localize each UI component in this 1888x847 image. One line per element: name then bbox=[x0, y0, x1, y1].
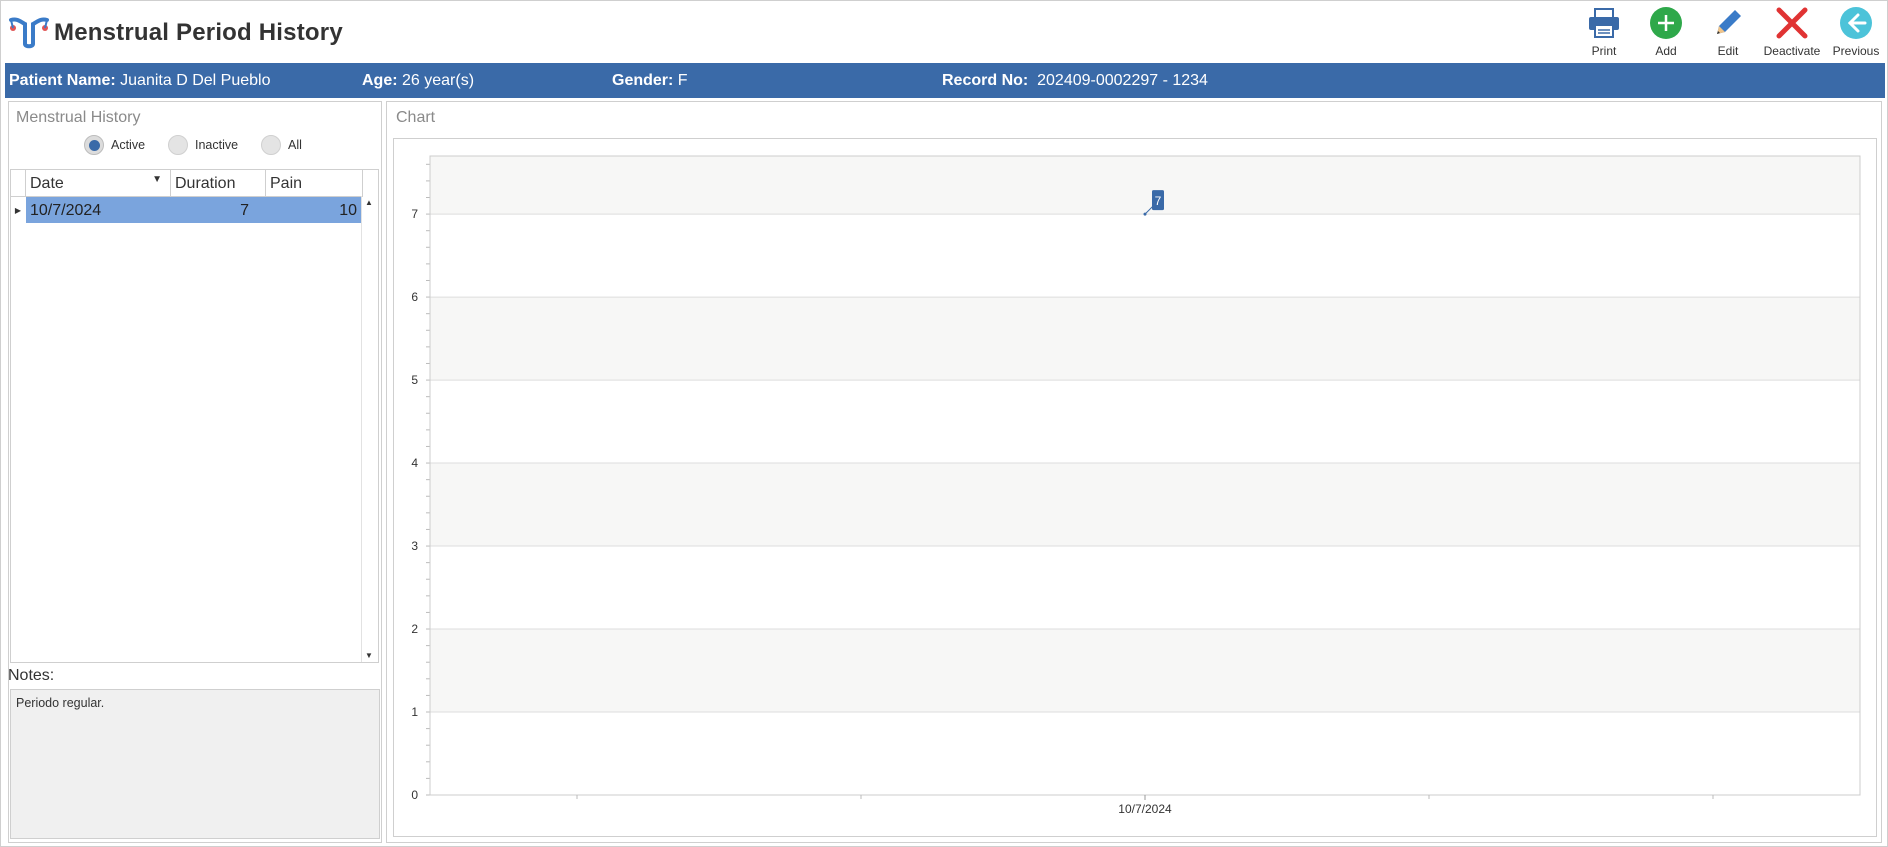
pencil-icon bbox=[1717, 10, 1741, 34]
patient-gender-label: Gender: bbox=[612, 72, 674, 89]
status-filter: Active Inactive All bbox=[76, 135, 376, 165]
page-title: Menstrual Period History bbox=[54, 19, 343, 46]
column-header-date-label: Date bbox=[30, 175, 64, 192]
plus-circle-icon bbox=[1650, 7, 1682, 39]
data-label: 7 bbox=[1155, 194, 1162, 208]
cell-duration: 7 bbox=[240, 202, 249, 219]
cell-pain: 10 bbox=[339, 202, 357, 219]
add-button[interactable]: Add bbox=[1635, 5, 1697, 61]
toolbar: Print Add Edit Deactivate Previous bbox=[1573, 5, 1887, 61]
column-header-pain-label: Pain bbox=[270, 175, 303, 192]
menstrual-history-title: Menstrual History bbox=[16, 109, 141, 126]
y-tick-label: 3 bbox=[411, 539, 418, 553]
add-label: Add bbox=[1655, 44, 1677, 58]
y-tick-label: 0 bbox=[411, 788, 418, 802]
filter-all-radio[interactable]: All bbox=[261, 135, 302, 155]
radio-unselected-icon bbox=[261, 135, 281, 155]
y-tick-label: 1 bbox=[411, 705, 418, 719]
record-number-label: Record No: bbox=[942, 72, 1029, 89]
column-header-date[interactable]: Date ▼ bbox=[26, 170, 171, 196]
patient-age-value: 26 year(s) bbox=[402, 72, 475, 89]
patient-name-label: Patient Name: bbox=[9, 72, 116, 89]
chart-band bbox=[430, 629, 1860, 713]
filter-inactive-label: Inactive bbox=[195, 138, 239, 152]
y-tick-label: 7 bbox=[411, 207, 418, 221]
y-tick-label: 6 bbox=[411, 290, 418, 304]
filter-all-label: All bbox=[288, 138, 302, 152]
chart-band bbox=[430, 297, 1860, 381]
current-row-arrow-icon: ▶ bbox=[14, 205, 22, 215]
x-tick-label: 10/7/2024 bbox=[1118, 802, 1172, 816]
history-table: Date ▼ Duration Pain ▶ 10/7/2024 7 10 ▲ … bbox=[10, 169, 379, 663]
filter-inactive-radio[interactable]: Inactive bbox=[168, 135, 238, 155]
sort-descending-icon: ▼ bbox=[152, 174, 162, 185]
patient-name-value: Juanita D Del Pueblo bbox=[120, 72, 271, 89]
deactivate-label: Deactivate bbox=[1763, 44, 1821, 58]
previous-button[interactable]: Previous bbox=[1825, 5, 1887, 61]
uterus-icon bbox=[9, 17, 49, 49]
previous-label: Previous bbox=[1832, 44, 1880, 58]
patient-info-bar: Patient Name: Juanita D Del Pueblo Age: … bbox=[5, 63, 1885, 98]
edit-label: Edit bbox=[1717, 44, 1739, 58]
column-header-pain[interactable]: Pain bbox=[266, 170, 363, 196]
scroll-up-icon[interactable]: ▲ bbox=[365, 198, 373, 207]
chart-band bbox=[430, 463, 1860, 547]
record-number-value: 202409-0002297 - 1234 bbox=[1037, 72, 1208, 89]
column-header-duration[interactable]: Duration bbox=[171, 170, 266, 196]
print-button[interactable]: Print bbox=[1573, 5, 1635, 61]
table-row[interactable]: ▶ 10/7/2024 7 10 bbox=[11, 197, 363, 223]
y-tick-label: 4 bbox=[411, 456, 418, 470]
chart: 0 1 2 3 4 5 6 7 10/7/2024 7 bbox=[411, 155, 1861, 816]
row-indicator-header bbox=[11, 170, 26, 196]
print-label: Print bbox=[1591, 44, 1617, 58]
filter-active-radio[interactable]: Active bbox=[84, 135, 145, 155]
patient-age: Age: 26 year(s) bbox=[362, 72, 474, 90]
arrow-left-circle-icon bbox=[1840, 7, 1872, 39]
record-number: Record No: 202409-0002297 - 1234 bbox=[942, 72, 1208, 90]
printer-icon bbox=[1589, 8, 1619, 38]
notes-label: Notes: bbox=[8, 667, 55, 684]
radio-unselected-icon bbox=[168, 135, 188, 155]
notes-textarea[interactable]: Periodo regular. bbox=[10, 689, 380, 839]
deactivate-button[interactable]: Deactivate bbox=[1759, 5, 1825, 61]
radio-selected-icon bbox=[84, 135, 104, 155]
edit-button[interactable]: Edit bbox=[1697, 5, 1759, 61]
x-icon bbox=[1776, 7, 1808, 39]
filter-active-label: Active bbox=[111, 138, 146, 152]
header: Menstrual Period History Print Add Edit … bbox=[1, 1, 1887, 63]
table-header: Date ▼ Duration Pain bbox=[11, 170, 363, 197]
column-header-duration-label: Duration bbox=[175, 175, 236, 192]
vertical-scrollbar[interactable]: ▲ ▼ bbox=[361, 196, 378, 662]
y-tick-label: 5 bbox=[411, 373, 418, 387]
chart-title: Chart bbox=[396, 109, 436, 126]
patient-name: Patient Name: Juanita D Del Pueblo bbox=[9, 72, 270, 90]
patient-gender-value: F bbox=[677, 72, 688, 89]
y-tick-label: 2 bbox=[411, 622, 418, 636]
scroll-down-icon[interactable]: ▼ bbox=[365, 651, 373, 660]
app-window: Menstrual Period History Print Add Edit … bbox=[0, 0, 1888, 847]
chart-band bbox=[430, 156, 1860, 215]
selected-row-cells: 10/7/2024 7 10 bbox=[26, 197, 362, 223]
cell-date: 10/7/2024 bbox=[30, 202, 102, 219]
patient-age-label: Age: bbox=[362, 72, 398, 89]
patient-gender: Gender: F bbox=[612, 72, 688, 90]
